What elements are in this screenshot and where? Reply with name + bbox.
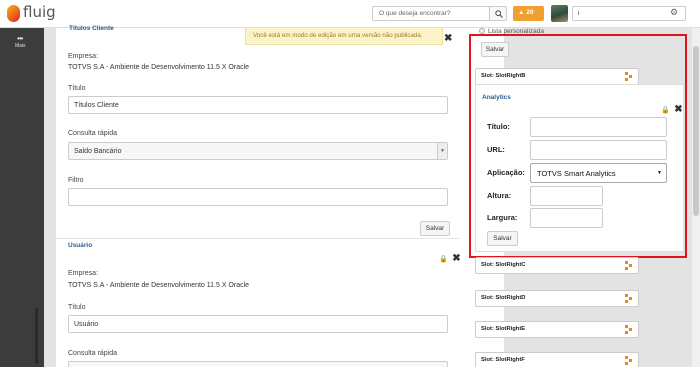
- empresa-value: TOTVS S.A - Ambiente de Desenvolvimento …: [68, 64, 250, 71]
- highlight-box: [469, 34, 687, 258]
- slot-name: Slot: SlotRightC: [481, 262, 526, 268]
- widget2-tools: 🔒 ✖: [437, 253, 461, 264]
- search-button[interactable]: [489, 6, 507, 21]
- widget-title-usuario: Usuário: [68, 242, 93, 249]
- slot-right-e[interactable]: Slot: SlotRightE: [475, 321, 639, 338]
- scrollbar-thumb[interactable]: [693, 46, 699, 216]
- drag-handle-icon[interactable]: [625, 356, 633, 365]
- titulo-input[interactable]: Títulos Cliente: [68, 96, 448, 114]
- titulo-label: Título: [68, 304, 86, 311]
- nav-scrollbar[interactable]: [35, 308, 38, 364]
- filtro-label: Filtro: [68, 177, 84, 184]
- slot-right-f[interactable]: Slot: SlotRightF: [475, 352, 639, 367]
- fluig-logo-mark-icon: [7, 5, 20, 22]
- empresa-label: Empresa:: [68, 53, 98, 60]
- consulta-rapida-select[interactable]: Saldo Bancário ▼: [68, 142, 448, 160]
- drag-handle-icon[interactable]: [625, 261, 633, 270]
- slot-name: Slot: SlotRightE: [481, 326, 526, 332]
- gear-icon[interactable]: ⚙: [670, 7, 678, 18]
- lock-icon[interactable]: 🔒: [439, 255, 448, 263]
- titulo-input[interactable]: Usuário: [68, 315, 448, 333]
- left-nav: ••• Mais: [0, 28, 44, 367]
- more-label[interactable]: Mais: [15, 43, 26, 49]
- consulta-rapida-select[interactable]: [68, 361, 448, 367]
- close-icon[interactable]: ✖: [452, 253, 460, 264]
- titulo-label: Título: [68, 85, 86, 92]
- slot-name: Slot: SlotRightF: [481, 357, 525, 363]
- page-scrollbar[interactable]: [692, 28, 700, 367]
- edit-mode-notice: Você está em modo de edição em uma versã…: [245, 27, 443, 45]
- warning-icon: ▲: [518, 9, 525, 16]
- widget-title-titulos-cliente: Títulos Cliente: [69, 25, 114, 32]
- consulta-rapida-label: Consulta rápida: [68, 130, 118, 137]
- drag-handle-icon[interactable]: [625, 294, 633, 303]
- drag-handle-icon[interactable]: [625, 325, 633, 334]
- logo-text: fluig: [23, 3, 56, 21]
- consulta-rapida-label: Consulta rápida: [68, 350, 118, 357]
- slot-name: Slot: SlotRightD: [481, 295, 526, 301]
- consulta-rapida-value: Saldo Bancário: [74, 148, 122, 155]
- empresa-label: Empresa:: [68, 270, 98, 277]
- empresa-value: TOTVS S.A - Ambiente de Desenvolvimento …: [68, 282, 250, 289]
- slot-right-c[interactable]: Slot: SlotRightC: [475, 257, 639, 274]
- search-input[interactable]: O que deseja encontrar?: [372, 6, 490, 21]
- fluig-logo[interactable]: fluig: [7, 3, 57, 25]
- slot-right-d[interactable]: Slot: SlotRightD: [475, 290, 639, 307]
- alerts-count: 20: [526, 9, 534, 16]
- alerts-button[interactable]: ▲ 20: [513, 6, 544, 21]
- search-icon: [495, 10, 503, 18]
- more-icon[interactable]: •••: [17, 34, 23, 43]
- divider: [56, 238, 460, 239]
- widget-tools: ✖: [442, 33, 452, 44]
- top-bar: fluig O que deseja encontrar? ▲ 20 i ⚙: [0, 0, 700, 28]
- chevron-down-icon: ▼: [437, 143, 447, 159]
- user-field[interactable]: i: [572, 6, 686, 21]
- filtro-input[interactable]: [68, 188, 448, 206]
- close-icon[interactable]: ✖: [444, 33, 452, 44]
- avatar[interactable]: [551, 5, 568, 22]
- save-button-widget1[interactable]: Salvar: [420, 221, 450, 236]
